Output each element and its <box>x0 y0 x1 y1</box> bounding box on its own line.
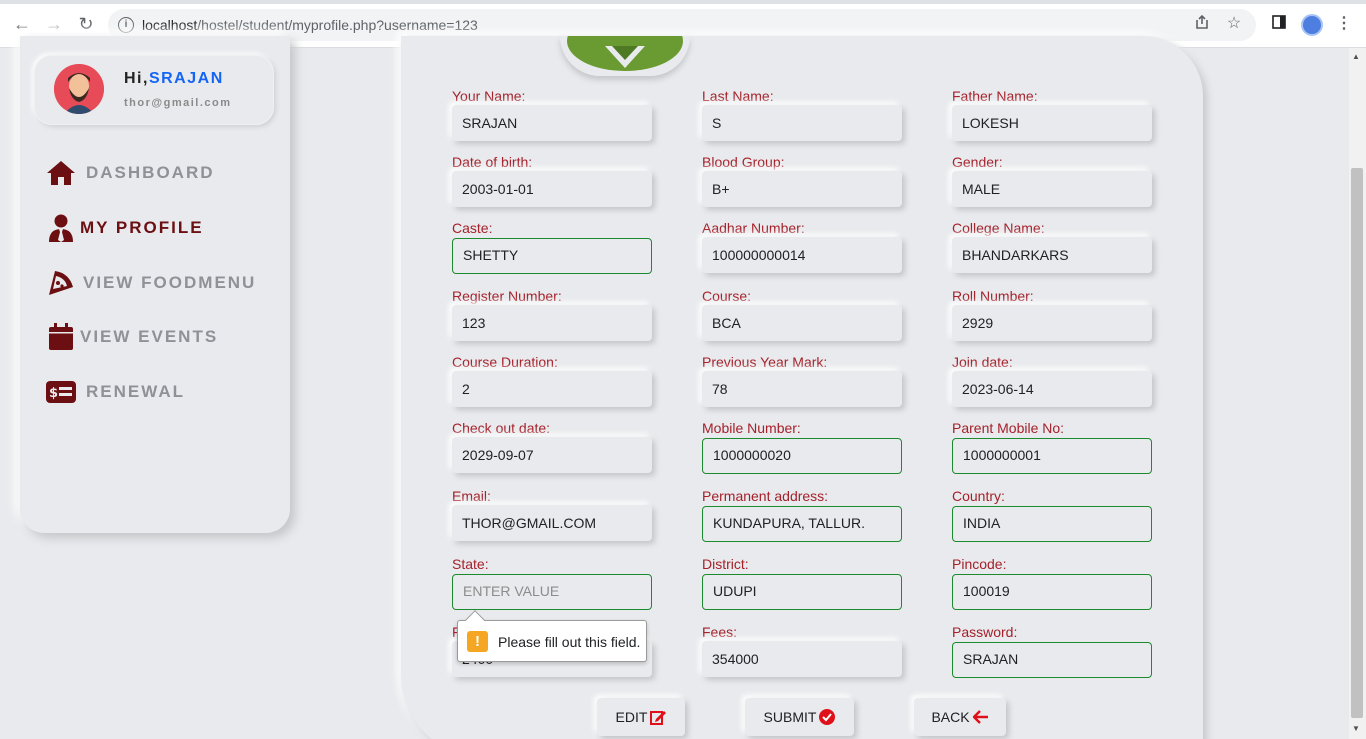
label-gender: Gender: <box>952 154 1003 170</box>
scroll-down-icon[interactable]: ▼ <box>1352 724 1360 733</box>
back-button[interactable]: BACK <box>914 698 1006 736</box>
roll-number-field[interactable]: 2929 <box>952 305 1152 341</box>
label-fees: Fees: <box>702 624 738 640</box>
money-bill-icon: $ <box>46 378 76 406</box>
label-mobile-number: Mobile Number: <box>702 420 801 436</box>
father-name-field[interactable]: LOKESH <box>952 105 1152 141</box>
svg-text:$: $ <box>49 386 58 401</box>
check-out-date-field[interactable]: 2029-09-07 <box>452 437 652 473</box>
fees-field[interactable]: 354000 <box>702 641 902 677</box>
sidebar-item-label: MY PROFILE <box>80 218 204 237</box>
label-join-date: Join date: <box>952 354 1013 370</box>
email-field[interactable]: THOR@GMAIL.COM <box>452 505 652 541</box>
sidebar-item-label: VIEW FOODMENU <box>83 273 257 292</box>
label-father-name: Father Name: <box>952 88 1038 104</box>
last-name-field[interactable]: S <box>702 105 902 141</box>
forward-arrow-icon[interactable]: → <box>44 14 64 34</box>
calendar-icon <box>46 323 76 351</box>
mobile-number-field[interactable]: 1000000020 <box>702 438 902 474</box>
label-aadhar-number: Aadhar Number: <box>702 220 805 236</box>
password-field[interactable]: SRAJAN <box>952 642 1152 678</box>
sidebar-item-view-events[interactable]: VIEW EVENTS <box>46 322 218 352</box>
label-course-duration: Course Duration: <box>452 354 558 370</box>
menu-dots-icon[interactable]: ⋮ <box>1334 14 1354 34</box>
date-of-birth-field[interactable]: 2003-01-01 <box>452 171 652 207</box>
tab-strip <box>0 0 1366 4</box>
previous-year-mark-field[interactable]: 78 <box>702 371 902 407</box>
edit-button[interactable]: EDIT <box>597 698 685 736</box>
label-college-name: College Name: <box>952 220 1045 236</box>
validation-tooltip: ! Please fill out this field. <box>457 610 647 662</box>
submit-label: SUBMIT <box>763 709 817 725</box>
logo <box>560 36 690 76</box>
sidebar-item-renewal[interactable]: $ RENEWAL <box>46 377 185 407</box>
edit-label: EDIT <box>615 709 648 725</box>
parent-mobile-field[interactable]: 1000000001 <box>952 438 1152 474</box>
back-label: BACK <box>931 709 970 725</box>
user-name: SRAJAN <box>148 70 224 87</box>
label-country: Country: <box>952 488 1005 504</box>
label-previous-year-mark: Previous Year Mark: <box>702 354 828 370</box>
warning-icon: ! <box>467 631 488 652</box>
bookmark-star-icon[interactable]: ☆ <box>1224 14 1244 34</box>
profile-avatar-icon[interactable] <box>1301 14 1323 36</box>
home-icon <box>46 159 76 187</box>
label-date-of-birth: Date of birth: <box>452 154 533 170</box>
label-course: Course: <box>702 288 752 304</box>
scroll-up-icon[interactable]: ▲ <box>1352 52 1360 61</box>
arrow-left-icon <box>972 710 989 724</box>
validation-message: Please fill out this field. <box>498 634 641 650</box>
label-check-out-date: Check out date: <box>452 420 551 436</box>
side-panel-icon[interactable] <box>1269 14 1289 34</box>
label-email: Email: <box>452 488 491 504</box>
label-pincode: Pincode: <box>952 556 1007 572</box>
label-your-name: Your Name: <box>452 88 526 104</box>
sidebar-item-view-foodmenu[interactable]: VIEW FOODMENU <box>46 268 256 298</box>
info-icon[interactable]: i <box>118 17 134 33</box>
gender-field[interactable]: MALE <box>952 171 1152 207</box>
label-register-number: Register Number: <box>452 288 562 304</box>
pincode-field[interactable]: 100019 <box>952 574 1152 610</box>
join-date-field[interactable]: 2023-06-14 <box>952 371 1152 407</box>
label-district: District: <box>702 556 749 572</box>
college-name-field[interactable]: BHANDARKARS <box>952 237 1152 273</box>
greeting: Hi,SRAJAN <box>124 70 224 87</box>
label-blood-group: Blood Group: <box>702 154 785 170</box>
state-field[interactable]: ENTER VALUE <box>452 574 652 610</box>
caste-field[interactable]: SHETTY <box>452 238 652 274</box>
back-arrow-icon[interactable]: ← <box>12 14 32 34</box>
user-tie-icon <box>46 214 76 242</box>
blood-group-field[interactable]: B+ <box>702 171 902 207</box>
first-name-field[interactable]: SRAJAN <box>452 105 652 141</box>
edit-icon <box>650 709 667 725</box>
user-email: thor@gmail.com <box>124 97 232 109</box>
course-duration-field[interactable]: 2 <box>452 371 652 407</box>
course-field[interactable]: BCA <box>702 305 902 341</box>
pizza-icon <box>46 269 76 297</box>
sidebar-item-label: RENEWAL <box>86 382 185 401</box>
permanent-address-field[interactable]: KUNDAPURA, TALLUR. <box>702 506 902 542</box>
sidebar-item-my-profile[interactable]: MY PROFILE <box>46 213 204 243</box>
register-number-field[interactable]: 123 <box>452 305 652 341</box>
aadhar-number-field[interactable]: 100000000014 <box>702 237 902 273</box>
district-field[interactable]: UDUPI <box>702 574 902 610</box>
label-password: Password: <box>952 624 1018 640</box>
label-last-name: Last Name: <box>702 88 774 104</box>
label-permanent-address: Permanent address: <box>702 488 829 504</box>
avatar <box>54 64 104 114</box>
label-roll-number: Roll Number: <box>952 288 1034 304</box>
scrollbar-thumb[interactable] <box>1351 168 1363 718</box>
label-caste: Caste: <box>452 220 493 236</box>
url-text: localhost/hostel/student/myprofile.php?u… <box>142 17 478 33</box>
sidebar-item-dashboard[interactable]: DASHBOARD <box>46 158 215 188</box>
label-state: State: <box>452 556 489 572</box>
share-icon[interactable] <box>1192 14 1212 34</box>
country-field[interactable]: INDIA <box>952 506 1152 542</box>
check-circle-icon <box>819 709 836 725</box>
label-parent-mobile-no: Parent Mobile No: <box>952 420 1065 436</box>
submit-button[interactable]: SUBMIT <box>745 698 854 736</box>
reload-icon[interactable]: ↻ <box>76 14 96 34</box>
sidebar-item-label: VIEW EVENTS <box>80 327 219 346</box>
sidebar-item-label: DASHBOARD <box>86 163 215 182</box>
